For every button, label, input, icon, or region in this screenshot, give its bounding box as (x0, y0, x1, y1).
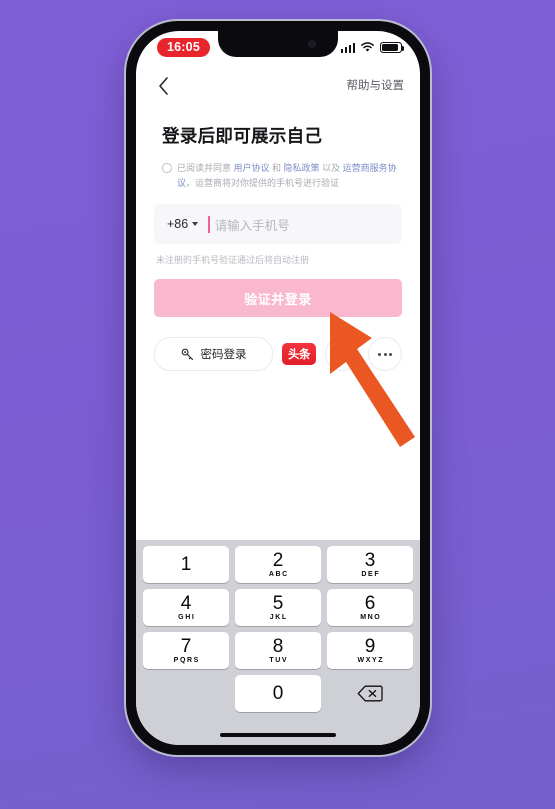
alternate-login-row: 密码登录 头条 (154, 337, 402, 371)
key-letters: JKL (269, 614, 288, 621)
key-number: 0 (272, 683, 284, 704)
key-number: 3 (364, 550, 376, 571)
key-letters: DEF (361, 571, 381, 578)
status-icons (340, 42, 405, 53)
key-number: 5 (272, 593, 284, 614)
chevron-down-icon (192, 222, 199, 226)
key-number: 6 (364, 593, 376, 614)
key-letters: ABC (268, 571, 289, 578)
page-title: 登录后即可展示自己 (162, 126, 323, 146)
delete-icon (357, 685, 383, 702)
more-dots-icon (378, 352, 392, 356)
key-letters: WXYZ (357, 657, 385, 664)
battery-icon (380, 42, 405, 53)
key-2[interactable]: 2 ABC (235, 546, 321, 583)
keyboard-row: 1 2 ABC 3 DEF (136, 546, 420, 583)
agreement-mid2: 以及 (319, 163, 343, 173)
apple-login-button[interactable] (325, 337, 359, 371)
key-delete[interactable] (327, 675, 413, 712)
country-code-selector[interactable]: +86 (167, 217, 199, 231)
key-6[interactable]: 6 MNO (327, 589, 413, 626)
phone-input-field[interactable]: +86 请输入手机号 (154, 204, 402, 244)
key-5[interactable]: 5 JKL (235, 589, 321, 626)
auto-register-hint: 未注册的手机号验证通过后将自动注册 (156, 255, 310, 265)
more-login-button[interactable] (368, 337, 402, 371)
agreement-checkbox[interactable] (162, 163, 172, 173)
key-0[interactable]: 0 (235, 675, 321, 712)
phone-screen: 16:05 帮助与设置 登录后即可展示自己 已阅读并同意 用户协议 和 隐私政策… (136, 31, 420, 745)
signal-icon (340, 42, 355, 53)
key-number: 9 (364, 636, 376, 657)
status-bar: 16:05 (136, 31, 420, 65)
key-blank (143, 675, 229, 712)
wifi-icon (361, 42, 374, 52)
toutiao-login-button[interactable]: 头条 (282, 343, 316, 365)
key-7[interactable]: 7 PQRS (143, 632, 229, 669)
key-letters: GHI (178, 614, 196, 621)
key-1[interactable]: 1 (143, 546, 229, 583)
phone-input-placeholder: 请输入手机号 (214, 218, 290, 233)
nav-bar: 帮助与设置 (136, 65, 420, 105)
home-indicator (220, 732, 336, 737)
key-letters: TUV (269, 657, 289, 664)
text-cursor (208, 215, 210, 233)
key-icon (181, 348, 193, 360)
key-number: 2 (272, 550, 284, 571)
keyboard-row: 4 GHI 5 JKL 6 MNO (136, 589, 420, 626)
key-8[interactable]: 8 TUV (235, 632, 321, 669)
apple-icon (336, 346, 349, 362)
password-login-label: 密码登录 (200, 349, 247, 361)
help-settings-link[interactable]: 帮助与设置 (347, 77, 405, 93)
privacy-policy-link[interactable]: 隐私政策 (284, 163, 320, 173)
chevron-left-icon (159, 77, 168, 95)
key-letters: PQRS (173, 657, 200, 664)
agreement-text: 已阅读并同意 用户协议 和 隐私政策 以及 运营商服务协议，运营商将对你提供的手… (177, 161, 402, 191)
numeric-keyboard: 1 2 ABC 3 DEF 4 GHI 5 JKL 6 MNO 7 PQRS 8… (136, 540, 420, 745)
key-number: 8 (272, 636, 284, 657)
user-agreement-link[interactable]: 用户协议 (234, 163, 270, 173)
keyboard-row: 7 PQRS 8 TUV 9 WXYZ (136, 632, 420, 669)
key-number: 1 (180, 553, 192, 575)
key-9[interactable]: 9 WXYZ (327, 632, 413, 669)
agreement-suffix: ，运营商将对你提供的手机号进行验证 (186, 178, 340, 188)
key-number: 4 (180, 593, 192, 614)
key-4[interactable]: 4 GHI (143, 589, 229, 626)
keyboard-row: 0 (136, 675, 420, 712)
status-time: 16:05 (157, 38, 210, 57)
country-code-value: +86 (167, 217, 189, 231)
back-button[interactable] (151, 73, 177, 99)
agreement-row: 已阅读并同意 用户协议 和 隐私政策 以及 运营商服务协议，运营商将对你提供的手… (162, 161, 402, 191)
screenshot-stage: 16:05 帮助与设置 登录后即可展示自己 已阅读并同意 用户协议 和 隐私政策… (0, 0, 555, 809)
agreement-mid1: 和 (269, 163, 284, 173)
password-login-button[interactable]: 密码登录 (154, 337, 273, 371)
login-content: 登录后即可展示自己 已阅读并同意 用户协议 和 隐私政策 以及 运营商服务协议，… (136, 105, 420, 371)
key-number: 7 (180, 636, 192, 657)
key-letters: MNO (360, 614, 382, 621)
key-3[interactable]: 3 DEF (327, 546, 413, 583)
verify-login-button[interactable]: 验证并登录 (154, 279, 402, 317)
agreement-prefix: 已阅读并同意 (177, 163, 234, 173)
